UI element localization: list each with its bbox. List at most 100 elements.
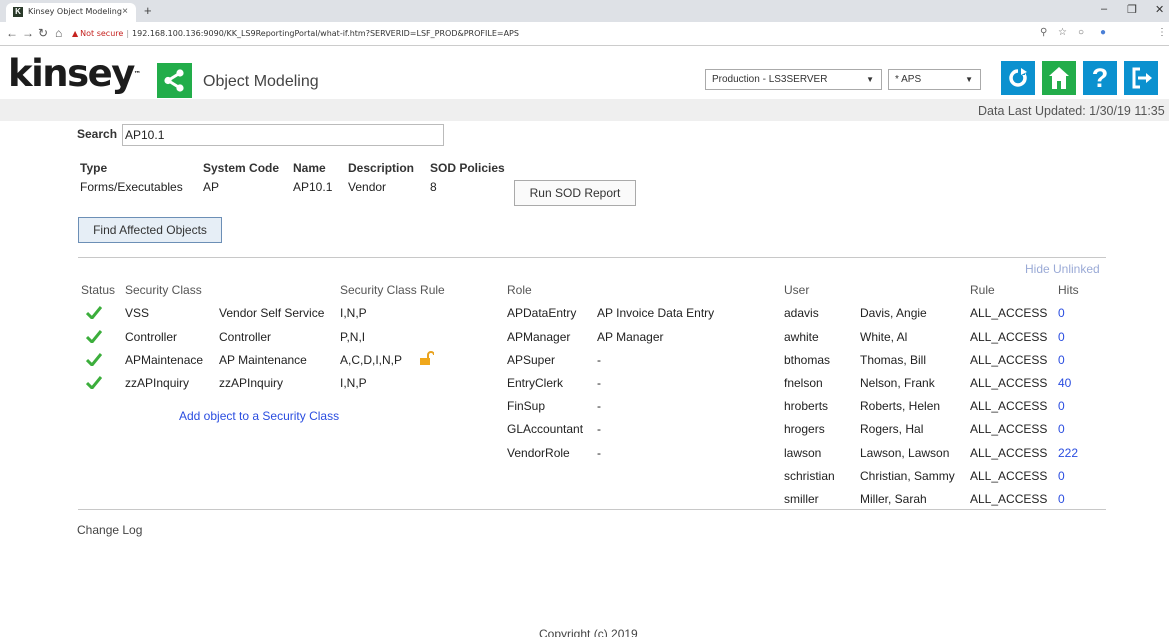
user-rule: ALL_ACCESS <box>970 492 1048 506</box>
close-window-icon[interactable]: ✕ <box>1155 3 1164 16</box>
profile-select[interactable]: * APS ▼ <box>888 69 981 90</box>
browser-address-bar: ← → ↻ ⌂ ▲ Not secure | 192.168.100.136:9090… <box>0 22 1169 46</box>
type-header: Type <box>80 161 108 175</box>
check-icon <box>86 330 102 343</box>
security-class-rule: P,N,I <box>340 330 366 344</box>
security-class-code[interactable]: Controller <box>125 330 177 344</box>
security-class-code[interactable]: VSS <box>125 306 149 320</box>
object-system-code: AP <box>203 180 220 194</box>
check-icon <box>86 353 102 366</box>
url-field[interactable]: ▲ Not secure | 192.168.100.136:9090/KK_LS9R… <box>72 26 1102 42</box>
home-icon <box>1049 67 1069 89</box>
role-column-header: Role <box>507 283 532 297</box>
user-hits-link[interactable]: 222 <box>1058 446 1078 460</box>
role-name: - <box>597 446 601 460</box>
profile-select-value: * APS <box>895 74 922 85</box>
security-class-name: zzAPInquiry <box>219 376 284 390</box>
check-icon <box>86 376 102 389</box>
bookmark-star-icon[interactable]: ☆ <box>1058 27 1067 38</box>
role-name: AP Manager <box>597 330 664 344</box>
close-tab-icon[interactable]: × <box>122 6 128 17</box>
minimize-icon[interactable]: – <box>1101 3 1107 15</box>
maximize-icon[interactable]: ❐ <box>1127 3 1137 16</box>
search-input[interactable] <box>122 124 444 146</box>
logout-button[interactable] <box>1124 61 1158 95</box>
role-code[interactable]: VendorRole <box>507 446 570 460</box>
user-rule: ALL_ACCESS <box>970 446 1048 460</box>
user-hits-link[interactable]: 0 <box>1058 399 1065 413</box>
user-id[interactable]: smiller <box>784 492 819 506</box>
kinsey-logo: kinsey™ <box>8 52 141 95</box>
user-hits-link[interactable]: 0 <box>1058 492 1065 506</box>
security-class-name: Vendor Self Service <box>219 306 325 320</box>
warning-icon: ▲ <box>72 29 79 38</box>
role-code[interactable]: APManager <box>507 330 570 344</box>
check-icon <box>86 306 102 319</box>
user-rule: ALL_ACCESS <box>970 399 1048 413</box>
role-code[interactable]: APDataEntry <box>507 306 576 320</box>
change-log-link[interactable]: Change Log <box>77 523 142 537</box>
user-rule: ALL_ACCESS <box>970 422 1048 436</box>
user-id[interactable]: hrogers <box>784 422 825 436</box>
browser-tab-strip: K Kinsey Object Modeling × + – ❐ ✕ <box>0 0 1169 22</box>
url-text: 192.168.100.136:9090/KK_LS9ReportingPort… <box>132 29 519 38</box>
rule-column-header: Rule <box>970 283 995 297</box>
share-icon <box>157 63 192 98</box>
user-name: Rogers, Hal <box>860 422 924 436</box>
user-id[interactable]: schristian <box>784 469 835 483</box>
user-name: Thomas, Bill <box>860 353 927 367</box>
user-rule: ALL_ACCESS <box>970 330 1048 344</box>
user-id[interactable]: hroberts <box>784 399 828 413</box>
status-column-header: Status <box>81 283 116 297</box>
object-sod-policies: 8 <box>430 180 437 194</box>
help-button[interactable]: ? <box>1083 61 1117 95</box>
find-affected-objects-button[interactable]: Find Affected Objects <box>78 217 222 243</box>
role-code[interactable]: FinSup <box>507 399 545 413</box>
role-name: AP Invoice Data Entry <box>597 306 715 320</box>
new-tab-icon[interactable]: + <box>144 3 152 18</box>
user-id[interactable]: lawson <box>784 446 821 460</box>
user-hits-link[interactable]: 0 <box>1058 306 1065 320</box>
user-hits-link[interactable]: 0 <box>1058 422 1065 436</box>
refresh-icon <box>1009 68 1027 87</box>
role-code[interactable]: GLAccountant <box>507 422 583 436</box>
data-last-updated: Data Last Updated: 1/30/19 11:35 <box>978 104 1165 118</box>
user-hits-link[interactable]: 40 <box>1058 376 1071 390</box>
reload-icon[interactable]: ↻ <box>38 26 48 40</box>
system-code-header: System Code <box>203 161 280 175</box>
home-button[interactable] <box>1042 61 1076 95</box>
user-id[interactable]: bthomas <box>784 353 830 367</box>
user-hits-link[interactable]: 0 <box>1058 469 1065 483</box>
hide-unlinked-link[interactable]: Hide Unlinked <box>1025 262 1100 276</box>
security-class-rule-column-header: Security Class Rule <box>340 283 445 297</box>
user-id[interactable]: adavis <box>784 306 819 320</box>
security-class-code[interactable]: zzAPInquiry <box>125 376 189 390</box>
lock-open-icon[interactable] <box>420 351 434 365</box>
extension-icon[interactable]: ○ <box>1078 27 1084 38</box>
run-sod-report-button[interactable]: Run SOD Report <box>514 180 636 206</box>
security-class-code[interactable]: APMaintenace <box>125 353 203 367</box>
sod-policies-header: SOD Policies <box>430 161 505 175</box>
forward-icon[interactable]: → <box>22 26 34 40</box>
user-rule: ALL_ACCESS <box>970 306 1048 320</box>
browser-menu-icon[interactable]: ⋮ <box>1157 27 1167 38</box>
role-code[interactable]: EntryClerk <box>507 376 563 390</box>
role-code[interactable]: APSuper <box>507 353 555 367</box>
browser-home-icon[interactable]: ⌂ <box>55 26 62 40</box>
divider-bottom <box>78 509 1106 510</box>
zoom-icon[interactable]: ⚲ <box>1040 27 1047 38</box>
browser-tab[interactable]: K Kinsey Object Modeling × <box>6 3 136 22</box>
user-id[interactable]: fnelson <box>784 376 823 390</box>
user-id[interactable]: awhite <box>784 330 819 344</box>
user-name: Lawson, Lawson <box>860 446 950 460</box>
hits-column-header: Hits <box>1058 283 1079 297</box>
description-header: Description <box>348 161 415 175</box>
user-hits-link[interactable]: 0 <box>1058 330 1065 344</box>
refresh-button[interactable] <box>1001 61 1035 95</box>
profile-icon[interactable]: ● <box>1100 27 1106 38</box>
user-hits-link[interactable]: 0 <box>1058 353 1065 367</box>
add-object-to-security-class-link[interactable]: Add object to a Security Class <box>179 409 339 423</box>
back-icon[interactable]: ← <box>6 26 18 40</box>
server-select[interactable]: Production - LS3SERVER ▼ <box>705 69 882 90</box>
object-type: Forms/Executables <box>80 180 183 194</box>
